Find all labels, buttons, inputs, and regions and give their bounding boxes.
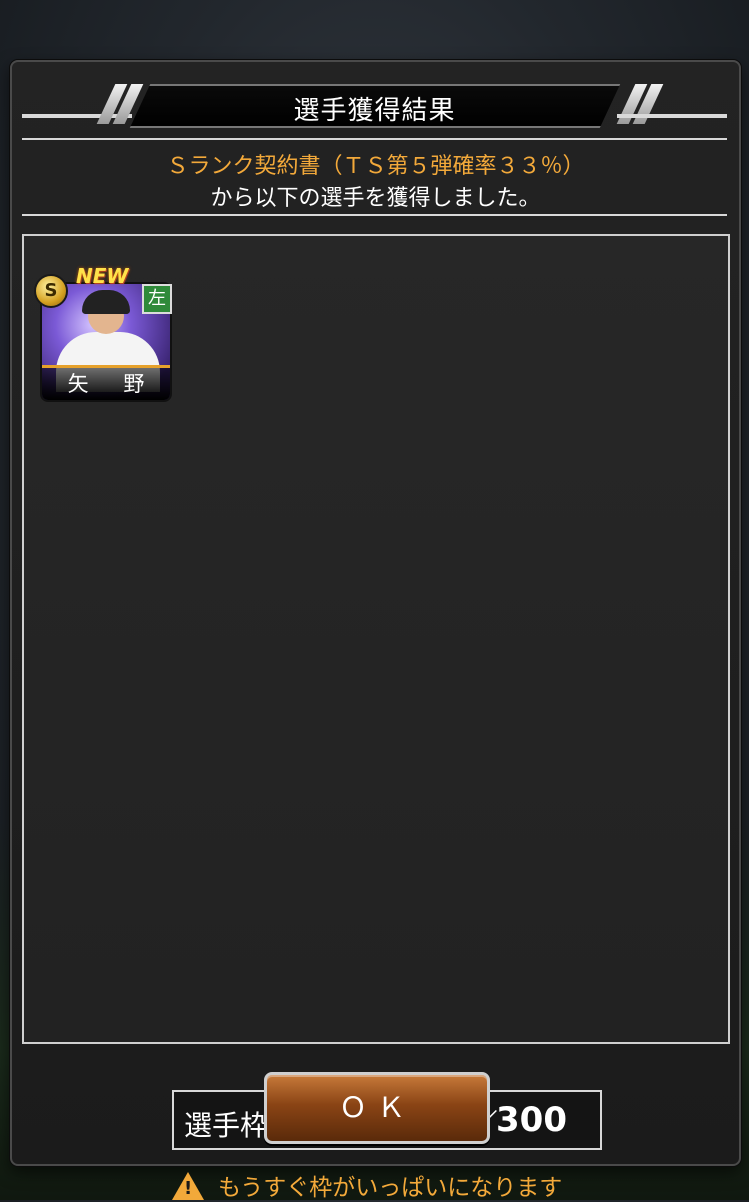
new-badge: NEW (76, 264, 129, 288)
dialog-title: 選手獲得結果 (293, 96, 456, 126)
roster-max-count: 300 (496, 1100, 567, 1140)
player-card[interactable]: 矢 野 S NEW 左 (34, 264, 172, 402)
batting-hand-badge: 左 (142, 284, 172, 314)
rank-s-icon: S (34, 274, 68, 308)
ok-button[interactable]: ＯＫ (264, 1072, 490, 1144)
result-message-text: から以下の選手を獲得しました。 (210, 186, 541, 211)
warning-triangle-icon: ! (172, 1172, 204, 1200)
contract-name-text: Ｓランク契約書（ＴＳ第５弾確率３３％） (166, 154, 585, 179)
roster-warning: ! もうすぐ枠がいっぱいになります (172, 1166, 612, 1201)
player-name: 矢 野 (67, 372, 159, 396)
player-name-strip: 矢 野 (42, 365, 170, 400)
divider (22, 214, 727, 216)
roster-warning-text: もうすぐ枠がいっぱいになります (218, 1175, 563, 1201)
divider (22, 138, 727, 140)
title-bar: 選手獲得結果 (22, 82, 727, 130)
player-helmet (82, 290, 130, 314)
acquired-players-panel: 矢 野 S NEW 左 選手枠： 298 ／ 300 ! もうすぐ枠がいっぱいに… (22, 234, 730, 1201)
acquisition-result-dialog: 選手獲得結果 Ｓランク契約書（ＴＳ第５弾確率３３％） から以下の選手を獲得しまし… (10, 60, 741, 1201)
